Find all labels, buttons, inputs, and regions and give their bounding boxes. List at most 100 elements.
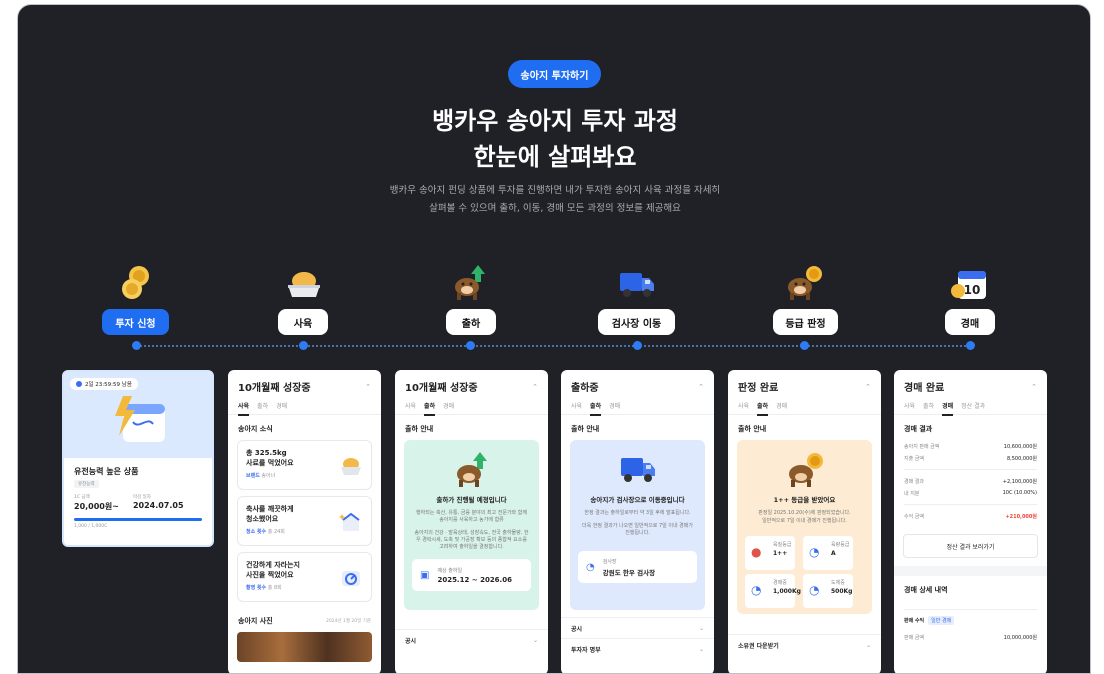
- chevron-down-icon: ⌄: [698, 624, 704, 632]
- tab-settlement[interactable]: 정산 결과: [961, 401, 985, 416]
- card-tabs: 사육 출하 경매: [395, 399, 548, 416]
- timeline-dot: [299, 341, 308, 350]
- feed-bowl-icon: [341, 458, 361, 475]
- deadline-label: 마감 일자: [132, 495, 151, 500]
- news-item[interactable]: 축사를 깨끗하게 청소했어요 청소 횟수 총 24회: [237, 496, 372, 546]
- tab-raising[interactable]: 사육: [405, 401, 416, 416]
- row-label: 투자자 명부: [571, 646, 601, 654]
- tab-shipping[interactable]: 출하: [424, 401, 436, 416]
- tab-shipping[interactable]: 출하: [923, 401, 934, 416]
- step-raising[interactable]: 사육: [278, 309, 328, 335]
- chevron-up-icon[interactable]: ⌃: [1031, 383, 1037, 391]
- cow-photo[interactable]: [237, 632, 372, 662]
- row-label: 공시: [571, 625, 583, 633]
- timeline-dot: [466, 341, 475, 350]
- step-move-to-inspection[interactable]: 검사장 이동: [598, 309, 675, 335]
- news-meta-key: 브랜드: [246, 473, 260, 479]
- date-range: 2025.12 ~ 2026.06: [437, 575, 512, 584]
- grading-info-panel: 1++ 등급을 받았어요 판정일 2025.10.20(수)에 판정되었습니다.…: [737, 440, 872, 614]
- detail-row: 판매 금액 10,000,000원: [904, 634, 1037, 641]
- photo-date: 2024년 1월 20일 기준: [325, 619, 371, 624]
- investor-list-row[interactable]: 투자자 명부 ⌄: [561, 638, 714, 659]
- detail-section-title: 경매 상세 내역: [904, 586, 948, 594]
- tab-auction[interactable]: 경매: [776, 401, 787, 416]
- subtitle-line-1: 뱅카우 송아지 펀딩 상품에 투자를 진행하면 내가 투자한 송아지 사육 과정…: [389, 185, 721, 196]
- expected-date-box: ▣ 예상 출하일 2025.12 ~ 2026.06: [412, 559, 531, 591]
- settlement-button[interactable]: 정산 결과 보러가기: [903, 534, 1038, 558]
- grade-cell: ● 육질등급 1++: [745, 536, 795, 570]
- chevron-up-icon[interactable]: ⌃: [865, 383, 871, 391]
- tab-auction[interactable]: 경매: [942, 401, 954, 416]
- result-row: 경매 결과 +2,100,000원: [904, 478, 1037, 485]
- camera-gauge-icon: [342, 571, 360, 586]
- ownership-download-row[interactable]: 소유권 다운받기 ⌄: [728, 634, 881, 655]
- chevron-up-icon[interactable]: ⌃: [698, 383, 704, 391]
- meat-icon: ●: [751, 545, 762, 559]
- tab-raising[interactable]: 사육: [904, 401, 915, 416]
- price-label: 1C 금액: [74, 495, 90, 500]
- card-title: 10개월째 성장중: [405, 383, 478, 394]
- news-meta-key: 청소 횟수: [246, 529, 267, 535]
- product-card[interactable]: 2일 23:59:59 남음 유전능력 높은 상품 유전능력 1C 금액 20,…: [62, 370, 214, 547]
- funding-progress-bar: [74, 518, 202, 521]
- place-label: 검사장: [602, 558, 617, 565]
- info-description: 더욱 한정 결과가 나오면 일반적으로 7일 이내 경매가 진행됩니다.: [582, 523, 693, 536]
- news-item[interactable]: 총 325.5kg 사료를 먹었어요 브랜드 송아너: [237, 440, 372, 490]
- step-invest-apply[interactable]: 투자 신청: [102, 309, 169, 335]
- tab-raising[interactable]: 사육: [738, 401, 749, 416]
- card-title: 경매 완료: [904, 383, 945, 394]
- card-tabs: 사육 출하 경매: [728, 399, 881, 416]
- product-tag: 유전능력: [74, 480, 99, 488]
- step-shipping[interactable]: 출하: [446, 309, 496, 335]
- news-item[interactable]: 건강하게 자라는지 사진을 찍었어요 촬영 횟수 총 8회: [237, 552, 372, 602]
- info-description: 행하되는 축산, 유통, 금융 분야의 최고 전문가와 함께 송아지를 사육하고…: [416, 510, 527, 523]
- feed-bowl-icon: [288, 272, 320, 297]
- news-meta-value: 총 8회: [267, 585, 282, 591]
- tab-shipping[interactable]: 출하: [757, 401, 769, 416]
- step-grading[interactable]: 등급 판정: [773, 309, 838, 335]
- photo-section-title: 송아지 사진: [238, 617, 273, 625]
- shipping-info-panel: 출하가 진행될 예정입니다 행하되는 축산, 유통, 금융 분야의 최고 전문가…: [404, 440, 539, 610]
- notice-row[interactable]: 공시 ⌄: [395, 629, 548, 650]
- subtitle-line-2: 살펴볼 수 있으며 출하, 이동, 경매 모든 과정의 정보를 제공해요: [429, 203, 681, 214]
- tab-auction[interactable]: 경매: [443, 401, 454, 416]
- notice-row[interactable]: 공시 ⌄: [561, 617, 714, 638]
- tab-shipping[interactable]: 출하: [257, 401, 268, 416]
- row-label: 공시: [405, 637, 417, 645]
- tab-shipping[interactable]: 출하: [590, 401, 602, 416]
- product-banner: 2일 23:59:59 남음: [64, 372, 212, 458]
- date-label: 예상 출하일: [437, 567, 463, 574]
- card-tabs: 사육 출하 경매: [228, 399, 381, 416]
- chevron-up-icon[interactable]: ⌃: [365, 383, 371, 391]
- dna-calendar-icon: [115, 396, 165, 442]
- raising-card: 10개월째 성장중 ⌃ 사육 출하 경매 송아지 소식 총 325.5kg 사료를…: [228, 370, 381, 673]
- chevron-up-icon[interactable]: ⌃: [532, 383, 538, 391]
- info-description: 일반적으로 7일 이내 경매가 진행됩니다.: [762, 518, 847, 524]
- section-title: 송아지 소식: [238, 425, 273, 433]
- timeline-line: [136, 345, 970, 347]
- tab-raising[interactable]: 사육: [571, 401, 582, 416]
- result-row: 내 지분 10C (10.00%): [904, 490, 1037, 497]
- info-description: 판정일 2025.10.20(수)에 판정되었습니다.: [758, 510, 851, 516]
- info-headline: 송아지가 검사장으로 이동중입니다: [590, 496, 685, 504]
- tab-auction[interactable]: 경매: [276, 401, 287, 416]
- result-row: 지출 금액 8,500,000원: [904, 455, 1037, 462]
- inspection-card: 출하중 ⌃ 사육 출하 경매 출하 안내 송아지가 검사장으로 이동중입니다 한정…: [561, 370, 714, 673]
- news-meta-value: 송아너: [261, 473, 276, 479]
- inspection-place-box: ◔ 검사장 강원도 한우 검사장: [578, 551, 697, 583]
- gauge-icon: ◔: [751, 583, 762, 597]
- barn-sparkle-icon: [339, 512, 360, 531]
- place-value: 강원도 한우 검사장: [602, 568, 656, 577]
- grade-cell: ◔ 경매중 1,000Kg: [745, 574, 801, 608]
- grade-cell: ◔ 육량등급 A: [803, 536, 853, 570]
- tab-auction[interactable]: 경매: [609, 401, 620, 416]
- result-row: 송아지 판매 금액 10,600,000원: [904, 443, 1037, 450]
- inspection-info-panel: 송아지가 검사장으로 이동중입니다 한정 결과는 출하일로부터 약 3일 후에 …: [570, 440, 705, 610]
- chevron-down-icon: ⌄: [532, 636, 538, 644]
- calendar-10-icon: 10: [951, 271, 986, 299]
- step-auction[interactable]: 경매: [945, 309, 995, 335]
- gauge-icon: ◔: [809, 583, 820, 597]
- tab-raising[interactable]: 사육: [238, 401, 250, 416]
- gauge-icon: ◔: [809, 545, 820, 559]
- row-label: 소유권 다운받기: [738, 642, 779, 650]
